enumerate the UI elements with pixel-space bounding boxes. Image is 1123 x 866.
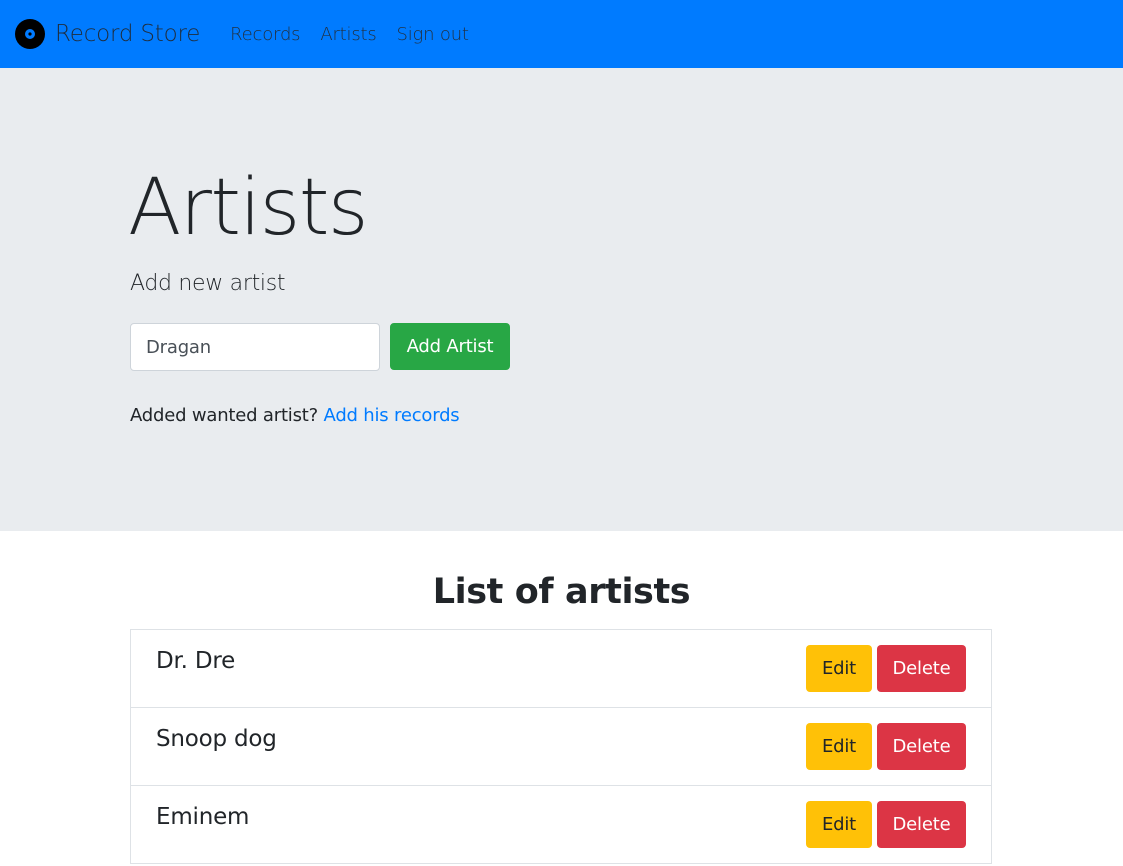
nav-link-artists[interactable]: Artists bbox=[320, 24, 376, 45]
list-item: Eminem Edit Delete bbox=[130, 786, 992, 864]
edit-button[interactable]: Edit bbox=[806, 801, 872, 848]
list-item: Snoop dog Edit Delete bbox=[130, 708, 992, 786]
list-title: List of artists bbox=[432, 572, 691, 612]
artist-name-input[interactable] bbox=[130, 323, 380, 371]
delete-button[interactable]: Delete bbox=[877, 801, 966, 848]
jumbotron: Artists Add new artist Add Artist Added … bbox=[0, 68, 1123, 531]
nav-link-records[interactable]: Records bbox=[230, 24, 300, 45]
add-artist-button[interactable]: Add Artist bbox=[390, 323, 510, 370]
lead-text: Add new artist bbox=[130, 271, 286, 296]
edit-button[interactable]: Edit bbox=[806, 645, 872, 692]
artist-list: Dr. Dre Edit Delete Snoop dog Edit Delet… bbox=[130, 629, 992, 864]
navbar: Record Store Records Artists Sign out bbox=[0, 0, 1123, 68]
delete-button[interactable]: Delete bbox=[877, 645, 966, 692]
nav-link-sign-out[interactable]: Sign out bbox=[397, 24, 469, 45]
vinyl-record-icon bbox=[15, 19, 45, 49]
list-item: Dr. Dre Edit Delete bbox=[130, 630, 992, 708]
delete-button[interactable]: Delete bbox=[877, 723, 966, 770]
add-records-link[interactable]: Add his records bbox=[324, 405, 460, 426]
brand-name: Record Store bbox=[55, 21, 201, 47]
artist-name: Eminem bbox=[156, 804, 250, 830]
page-title: Artists bbox=[128, 163, 369, 253]
edit-button[interactable]: Edit bbox=[806, 723, 872, 770]
nav-links: Records Artists Sign out bbox=[219, 24, 478, 45]
hint-text: Added wanted artist? Add his records bbox=[130, 405, 460, 426]
hint-label: Added wanted artist? bbox=[130, 405, 318, 426]
artist-name: Snoop dog bbox=[156, 726, 277, 752]
artist-name: Dr. Dre bbox=[156, 648, 236, 674]
brand-link[interactable]: Record Store bbox=[15, 19, 200, 49]
